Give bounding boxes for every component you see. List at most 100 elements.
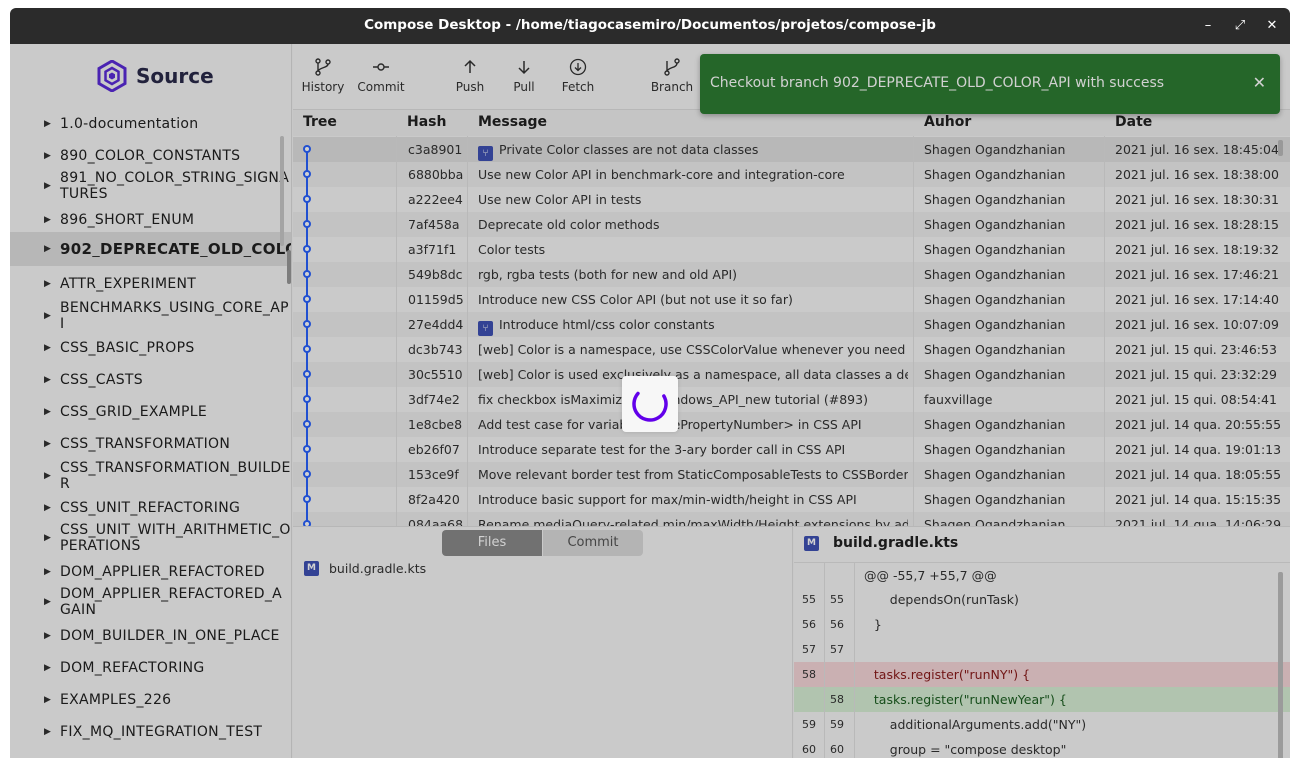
branch-item[interactable]: ▶ CSS_BASIC_PROPS xyxy=(10,336,291,360)
expand-arrow-icon[interactable]: ▶ xyxy=(44,567,54,577)
branch-item[interactable]: ▶ CSS_TRANSFORMATION xyxy=(10,432,291,456)
commit-author: Shagen Ogandzhanian xyxy=(924,342,1066,357)
branch-label: CSS_BASIC_PROPS xyxy=(60,340,195,356)
branch-item[interactable]: ▶ EXAMPLES_226 xyxy=(10,688,291,712)
expand-arrow-icon[interactable]: ▶ xyxy=(44,311,54,321)
branch-label: 896_SHORT_ENUM xyxy=(60,212,195,228)
header-tree[interactable]: Tree xyxy=(303,114,337,130)
branch-item[interactable]: ▶ CSS_UNIT_REFACTORING xyxy=(10,496,291,520)
column-divider xyxy=(1104,136,1105,526)
branch-button[interactable]: Branch xyxy=(644,58,700,94)
branch-item[interactable]: ▶ ATTR_EXPERIMENT xyxy=(10,272,291,296)
branch-item[interactable]: ▶ CSS_TRANSFORMATION_BUILDER xyxy=(10,460,291,492)
line-code: } xyxy=(858,617,882,632)
expand-arrow-icon[interactable]: ▶ xyxy=(44,215,54,225)
table-row[interactable]: 6880bba Use new Color API in benchmark-co… xyxy=(293,162,1290,187)
toast-close-icon[interactable]: ✕ xyxy=(1253,73,1266,92)
expand-arrow-icon[interactable]: ▶ xyxy=(44,503,54,513)
expand-arrow-icon[interactable]: ▶ xyxy=(44,119,54,129)
branch-item[interactable]: ▶ DOM_APPLIER_REFACTORED xyxy=(10,560,291,584)
expand-arrow-icon[interactable]: ▶ xyxy=(44,244,54,254)
app-window: Compose Desktop - /home/tiagocasemiro/Do… xyxy=(10,8,1290,758)
branch-item[interactable]: ▶ 891_NO_COLOR_STRING_SIGNATURES xyxy=(10,168,291,204)
logo-text: Source xyxy=(136,64,214,88)
table-row[interactable]: 8f2a420 Introduce basic support for max/m… xyxy=(293,487,1290,512)
commit-date: 2021 jul. 16 sex. 18:45:04 xyxy=(1115,142,1279,157)
table-row[interactable]: 27e4dd4 ⑂ Introduce html/css color constan… xyxy=(293,312,1290,337)
table-row[interactable]: 01159d5 Introduce new CSS Color API (but … xyxy=(293,287,1290,312)
push-button[interactable]: Push xyxy=(442,58,498,94)
expand-arrow-icon[interactable]: ▶ xyxy=(44,407,54,417)
minimize-icon[interactable]: – xyxy=(1198,16,1218,36)
expand-arrow-icon[interactable]: ▶ xyxy=(44,151,54,161)
commit-date: 2021 jul. 14 qua. 18:05:55 xyxy=(1115,467,1282,482)
branch-label: CSS_TRANSFORMATION xyxy=(60,436,231,452)
branch-label: DOM_REFACTORING xyxy=(60,660,205,676)
title-bar: Compose Desktop - /home/tiagocasemiro/Do… xyxy=(10,8,1290,44)
commit-node xyxy=(303,320,311,328)
expand-arrow-icon[interactable]: ▶ xyxy=(44,439,54,449)
expand-arrow-icon[interactable]: ▶ xyxy=(44,343,54,353)
table-row[interactable]: 1e8cbe8 Add test case for variable<StyleP… xyxy=(293,412,1290,437)
commit-button[interactable]: Commit xyxy=(353,58,409,94)
branch-item[interactable]: ▶ DOM_APPLIER_REFACTORED_AGAIN xyxy=(10,584,291,620)
table-row[interactable]: 30c5510 [web] Color is used exclusively a… xyxy=(293,362,1290,387)
table-row[interactable]: 084aa68 Rename mediaQuery-related min/max… xyxy=(293,512,1290,526)
table-row[interactable]: a222ee4 Use new Color API in tests Shagen … xyxy=(293,187,1290,212)
history-button[interactable]: History xyxy=(295,58,351,94)
branch-item[interactable]: ▶ DOM_REFACTORING xyxy=(10,656,291,680)
commit-author: fauxvillage xyxy=(924,392,993,407)
table-row[interactable]: 549b8dc rgb, rgba tests (both for new and… xyxy=(293,262,1290,287)
table-row[interactable]: dc3b743 [web] Color is a namespace, use C… xyxy=(293,337,1290,362)
expand-arrow-icon[interactable]: ▶ xyxy=(44,375,54,385)
branch-item[interactable]: ▶ CSS_GRID_EXAMPLE xyxy=(10,400,291,424)
expand-arrow-icon[interactable]: ▶ xyxy=(44,631,54,641)
branch-item[interactable]: ▶ 896_SHORT_ENUM xyxy=(10,208,291,232)
table-row[interactable]: a3f71f1 Color tests Shagen Ogandzhanian 202… xyxy=(293,237,1290,262)
tab-files[interactable]: Files xyxy=(442,530,542,556)
pull-button[interactable]: Pull xyxy=(496,58,552,94)
header-hash[interactable]: Hash xyxy=(407,114,446,130)
expand-arrow-icon[interactable]: ▶ xyxy=(44,663,54,673)
table-row[interactable]: 3df74e2fix checkbox isMaximized in Windo… xyxy=(293,387,1290,412)
diff-hunk-header: @@ -55,7 +55,7 @@ xyxy=(794,562,1290,587)
branch-item[interactable]: ▶ 1.0-documentation xyxy=(10,112,291,136)
branch-label: CSS_GRID_EXAMPLE xyxy=(60,404,208,420)
table-row[interactable]: 153ce9f Move relevant border test from St… xyxy=(293,462,1290,487)
fetch-button[interactable]: Fetch xyxy=(550,58,606,94)
expand-arrow-icon[interactable]: ▶ xyxy=(44,597,54,607)
tab-commit[interactable]: Commit xyxy=(543,530,643,556)
table-row[interactable]: c3a8901 ⑂ Private Color classes are not da… xyxy=(293,137,1290,162)
maximize-icon[interactable]: ⤢ xyxy=(1230,16,1250,36)
branch-item[interactable]: ▶ CSS_UNIT_WITH_ARITHMETIC_OPERATIONS xyxy=(10,520,291,556)
expand-arrow-icon[interactable]: ▶ xyxy=(44,181,54,191)
pull-label: Pull xyxy=(513,80,535,94)
branch-item[interactable]: ▶ CSS_CASTS xyxy=(10,368,291,392)
changed-file-item[interactable]: M build.gradle.kts xyxy=(304,561,426,576)
table-scrollbar[interactable] xyxy=(1278,140,1283,156)
commit-date: 2021 jul. 15 qui. 08:54:41 xyxy=(1115,392,1277,407)
commit-date: 2021 jul. 14 qua. 19:01:13 xyxy=(1115,442,1282,457)
expand-arrow-icon[interactable]: ▶ xyxy=(44,695,54,705)
diff-line: 58 tasks.register("runNewYear") { xyxy=(794,687,1290,712)
expand-arrow-icon[interactable]: ▶ xyxy=(44,533,54,543)
expand-arrow-icon[interactable]: ▶ xyxy=(44,471,54,481)
header-date[interactable]: Date xyxy=(1115,114,1152,130)
diff-scrollbar[interactable] xyxy=(1278,572,1283,758)
sidebar-scrollbar[interactable] xyxy=(280,136,284,246)
branch-item[interactable]: ▶ 902_DEPRECATE_OLD_COLOR_API xyxy=(10,232,291,266)
header-author[interactable]: Auhor xyxy=(924,114,971,130)
branch-item[interactable]: ▶ 890_COLOR_CONSTANTS xyxy=(10,144,291,168)
branch-item[interactable]: ▶ DOM_BUILDER_IN_ONE_PLACE xyxy=(10,624,291,648)
column-divider xyxy=(913,136,914,526)
table-row[interactable]: eb26f07 Introduce separate test for the 3… xyxy=(293,437,1290,462)
close-icon[interactable]: ✕ xyxy=(1262,16,1282,36)
header-message[interactable]: Message xyxy=(478,114,547,130)
expand-arrow-icon[interactable]: ▶ xyxy=(44,279,54,289)
pull-arrow-down-icon xyxy=(496,58,552,80)
branch-item[interactable]: ▶ BENCHMARKS_USING_CORE_API xyxy=(10,300,291,332)
table-row[interactable]: 7af458a Deprecate old color methods Shagen… xyxy=(293,212,1290,237)
source-logo-icon xyxy=(97,60,127,92)
expand-arrow-icon[interactable]: ▶ xyxy=(44,727,54,737)
branch-item[interactable]: ▶ FIX_MQ_INTEGRATION_TEST xyxy=(10,720,291,744)
